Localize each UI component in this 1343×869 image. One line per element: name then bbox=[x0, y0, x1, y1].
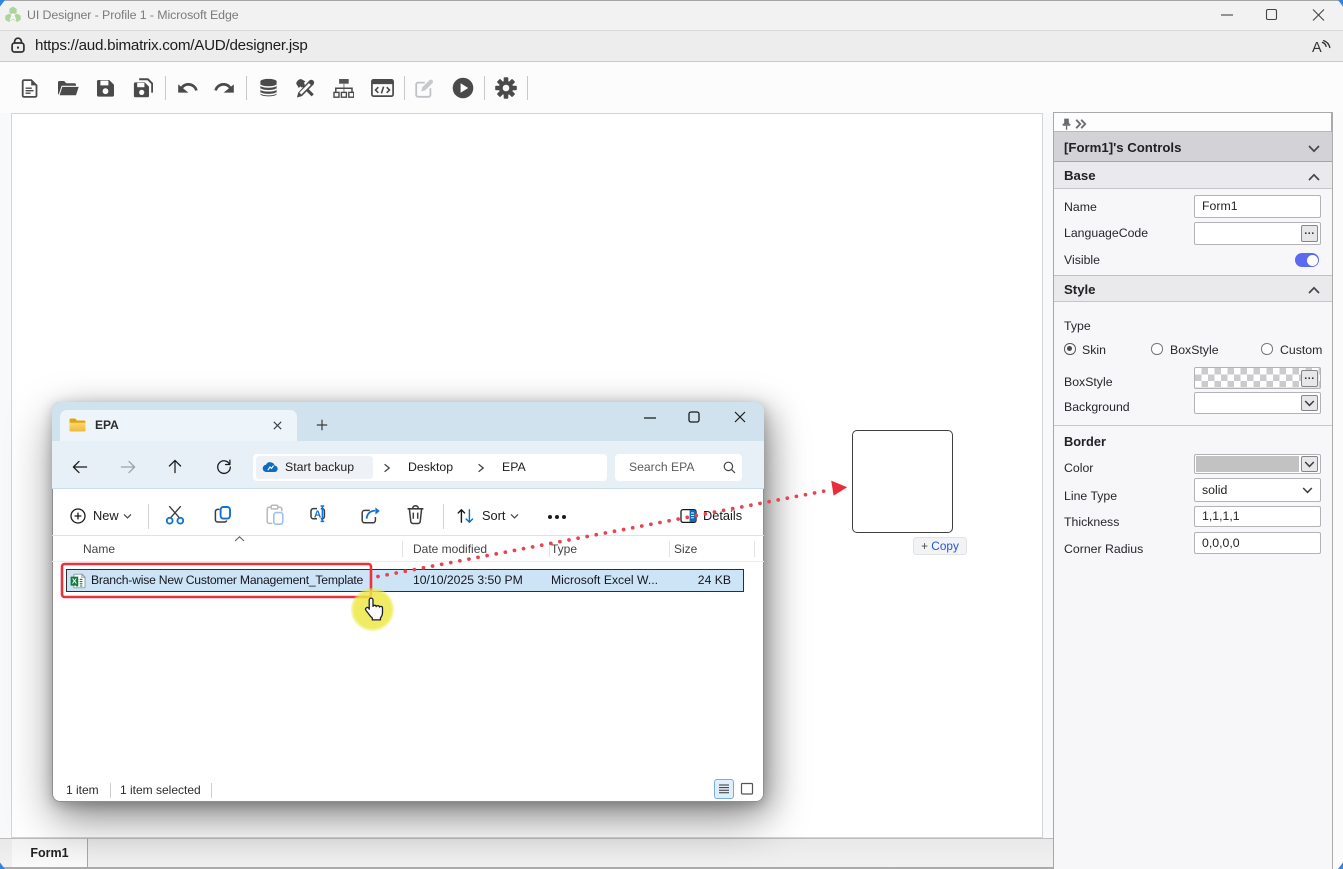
svg-text:A: A bbox=[1312, 40, 1322, 56]
svg-text:A: A bbox=[9, 13, 16, 23]
svg-text:A: A bbox=[314, 510, 322, 521]
svg-text:X: X bbox=[72, 576, 77, 585]
